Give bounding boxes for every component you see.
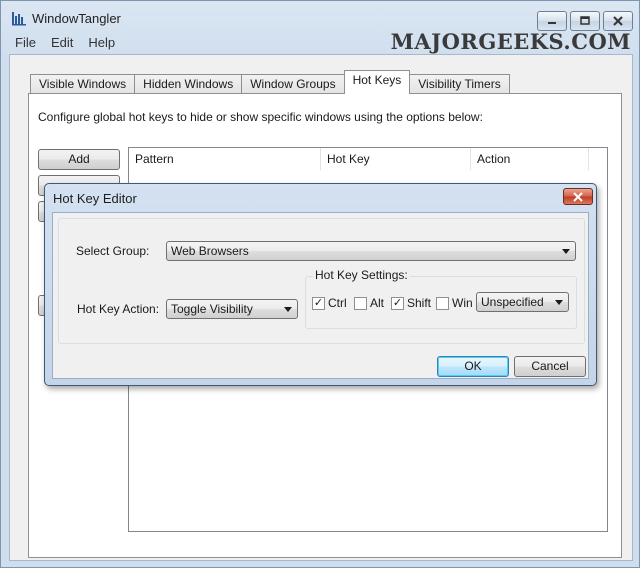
alt-label: Alt xyxy=(370,296,385,310)
hotkey-settings-label: Hot Key Settings: xyxy=(313,268,410,282)
alt-checkbox[interactable]: Alt xyxy=(354,296,384,310)
column-action[interactable]: Action xyxy=(471,148,589,170)
menu-edit[interactable]: Edit xyxy=(43,34,80,52)
cancel-button[interactable]: Cancel xyxy=(514,356,586,377)
shift-checkbox[interactable]: ✓ Shift xyxy=(391,296,431,310)
menu-bar: File Edit Help xyxy=(7,34,122,52)
dialog-body: Select Group: Web Browsers Hot Key Actio… xyxy=(52,212,589,379)
watermark-text: MAJORGEEKS.COM xyxy=(390,29,631,54)
maximize-icon xyxy=(580,16,590,25)
win-label: Win xyxy=(452,296,473,310)
select-group-label: Select Group: xyxy=(76,244,150,258)
tab-window-groups[interactable]: Window Groups xyxy=(241,74,345,94)
window-title: WindowTangler xyxy=(32,11,121,26)
tab-visibility-timers[interactable]: Visibility Timers xyxy=(409,74,510,94)
column-hot-key[interactable]: Hot Key xyxy=(321,148,471,170)
close-icon xyxy=(573,191,583,202)
ctrl-check-icon: ✓ xyxy=(312,296,325,310)
menu-help[interactable]: Help xyxy=(80,34,122,52)
hotkey-settings-group: Hot Key Settings: ✓ Ctrl Alt ✓ Shift Win xyxy=(305,268,577,329)
key-dropdown[interactable]: Unspecified xyxy=(476,292,569,312)
select-group-value: Web Browsers xyxy=(171,244,249,258)
add-button[interactable]: Add xyxy=(38,149,120,170)
tab-hidden-windows[interactable]: Hidden Windows xyxy=(134,74,243,94)
tab-strip: Visible Windows Hidden Windows Window Gr… xyxy=(30,70,510,94)
menu-file[interactable]: File xyxy=(7,34,43,52)
ok-button[interactable]: OK xyxy=(437,356,509,377)
win-checkbox[interactable]: Win xyxy=(436,296,473,310)
chevron-down-icon xyxy=(284,307,292,312)
panel-description: Configure global hot keys to hide or sho… xyxy=(38,110,483,124)
minimize-button[interactable] xyxy=(537,11,567,31)
minimize-icon xyxy=(548,22,556,24)
close-icon xyxy=(613,16,623,26)
ctrl-checkbox[interactable]: ✓ Ctrl xyxy=(312,296,347,310)
maximize-button[interactable] xyxy=(570,11,600,31)
select-group-dropdown[interactable]: Web Browsers xyxy=(166,241,576,261)
chevron-down-icon xyxy=(562,249,570,254)
tab-hot-keys[interactable]: Hot Keys xyxy=(343,70,411,94)
app-chart-icon xyxy=(12,12,26,26)
win-check-box xyxy=(436,296,449,310)
dialog-close-button[interactable] xyxy=(563,188,593,205)
column-pattern[interactable]: Pattern xyxy=(129,148,321,170)
dialog-title: Hot Key Editor xyxy=(53,191,137,206)
shift-check-icon: ✓ xyxy=(391,296,404,310)
shift-label: Shift xyxy=(407,296,432,310)
ctrl-label: Ctrl xyxy=(328,296,347,310)
dialog-group-box: Select Group: Web Browsers Hot Key Actio… xyxy=(58,218,585,344)
tab-visible-windows[interactable]: Visible Windows xyxy=(30,74,136,94)
alt-check-box xyxy=(354,296,367,310)
chevron-down-icon xyxy=(555,300,563,305)
hotkey-action-value: Toggle Visibility xyxy=(171,302,253,316)
hotkey-action-dropdown[interactable]: Toggle Visibility xyxy=(166,299,298,319)
close-button[interactable] xyxy=(603,11,633,31)
list-header: Pattern Hot Key Action xyxy=(129,148,607,170)
hotkey-action-label: Hot Key Action: xyxy=(77,302,160,316)
hot-key-editor-dialog: Hot Key Editor Select Group: Web Browser… xyxy=(44,183,597,386)
key-value: Unspecified xyxy=(481,295,544,309)
